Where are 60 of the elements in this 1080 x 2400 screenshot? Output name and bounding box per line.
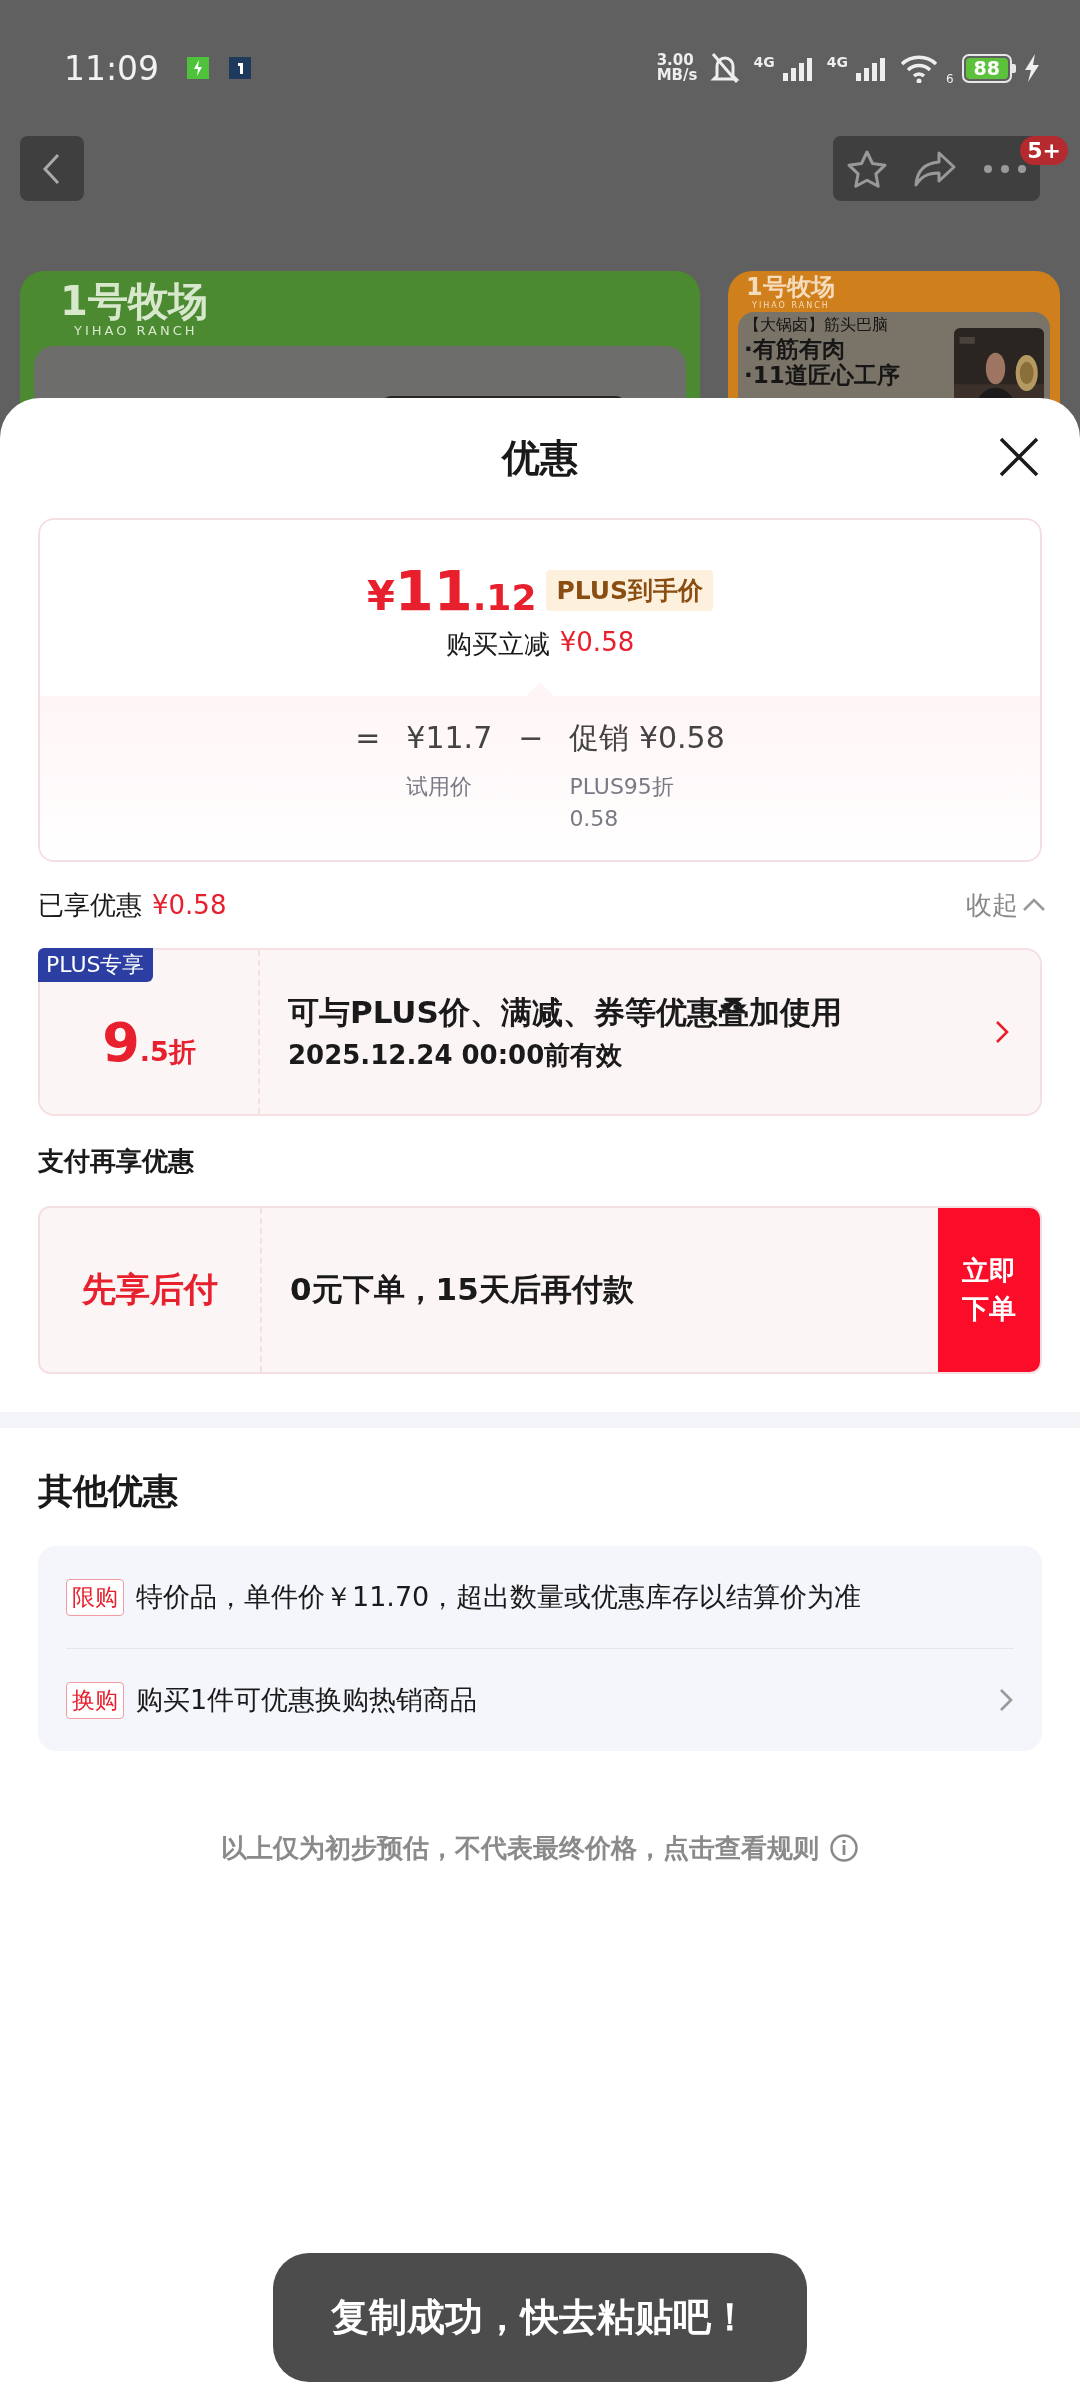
term-note: 试用价 bbox=[406, 774, 474, 800]
network-type: 4G bbox=[826, 54, 848, 70]
saving-label: 购买立减 bbox=[445, 628, 550, 661]
wifi-icon bbox=[899, 53, 938, 83]
brand-logo: 1号牧场 bbox=[745, 273, 836, 301]
star-icon[interactable] bbox=[845, 148, 888, 189]
charging-app-icon bbox=[187, 57, 210, 79]
offer-text: 购买1件可优惠换购热销商品 bbox=[136, 1683, 479, 1717]
discount-label: 已享优惠 bbox=[38, 888, 142, 922]
collapse-toggle[interactable]: 收起 bbox=[966, 887, 1042, 923]
info-icon[interactable] bbox=[829, 1833, 859, 1863]
discount-rate: 9.5折 bbox=[102, 1010, 196, 1074]
network-type: 4G bbox=[753, 54, 775, 70]
brand-subtitle: YIHAO RANCH bbox=[751, 301, 831, 310]
payment-description: 0元下单，15天后再付款 bbox=[289, 1270, 635, 1309]
coupon-tag: PLUS专享 bbox=[38, 948, 153, 982]
coupon-title: 可与PLUS价、满减、券等优惠叠加使用 bbox=[288, 992, 843, 1032]
operator: = bbox=[355, 719, 381, 757]
share-icon[interactable] bbox=[913, 149, 958, 188]
payment-name: 先享后付 bbox=[40, 1208, 262, 1372]
price-tag: PLUS到手价 bbox=[546, 570, 714, 611]
sheet-title: 优惠 bbox=[502, 434, 578, 482]
chevron-icon bbox=[994, 1019, 1010, 1045]
saving-amount: ¥0.58 bbox=[559, 627, 635, 659]
brand-subtitle: YIHAO RANCH bbox=[73, 323, 199, 338]
offer-tag: 限购 bbox=[66, 1578, 124, 1616]
offer-tag: 换购 bbox=[66, 1681, 124, 1719]
term-note: 0.58 bbox=[569, 806, 620, 832]
section-heading: 支付再享优惠 bbox=[38, 1144, 195, 1178]
price-term: 促销 ¥0.58 bbox=[569, 719, 725, 757]
discount-amount: ¥0.58 bbox=[152, 890, 227, 920]
coupon-card[interactable]: PLUS专享 9.5折 可与PLUS价、满减、券等优惠叠加使用 2025.12.24 00:00前有效 bbox=[38, 948, 1042, 1116]
coupon-validity: 2025.12.24 00:00前有效 bbox=[288, 1038, 624, 1072]
wifi-standard: 6 bbox=[945, 72, 954, 86]
more-icon[interactable] bbox=[983, 163, 1028, 174]
close-icon bbox=[998, 436, 1040, 478]
banner-text: ·有筋有肉 bbox=[744, 336, 846, 362]
back-button[interactable] bbox=[20, 136, 84, 201]
toast-message: 复制成功，快去粘贴吧！ bbox=[273, 2253, 807, 2382]
clock-time: 11:09 bbox=[64, 48, 160, 88]
banner-text: ·11道匠心工序 bbox=[744, 362, 901, 388]
final-price: ¥11.12 bbox=[366, 558, 537, 623]
app-icon bbox=[229, 57, 252, 79]
operator: − bbox=[518, 719, 544, 757]
chevron-icon bbox=[1021, 897, 1047, 913]
order-button[interactable]: 立即下单 bbox=[938, 1208, 1040, 1372]
close-button[interactable] bbox=[998, 436, 1040, 478]
disclaimer-link[interactable]: 以上仅为初步预估，不代表最终价格，点击查看规则 bbox=[221, 1830, 819, 1866]
banner-text: 【大锅卤】筋头巴脑 bbox=[744, 314, 889, 336]
term-note: PLUS95折 bbox=[569, 774, 675, 800]
price-term: ¥11.7 bbox=[406, 719, 493, 757]
offer-text: 特价品，单件价￥11.70，超出数量或优惠库存以结算价为准 bbox=[136, 1580, 863, 1614]
speed-unit: MB/s bbox=[656, 68, 698, 83]
notification-badge: 5+ bbox=[1020, 136, 1068, 165]
brand-logo: 1号牧场 bbox=[59, 279, 209, 323]
chevron-icon bbox=[998, 1687, 1014, 1713]
section-heading: 其他优惠 bbox=[38, 1469, 179, 1513]
charging-bolt-icon bbox=[1024, 54, 1040, 82]
network-speed: 3.00 bbox=[656, 53, 694, 68]
back-icon bbox=[42, 152, 62, 185]
